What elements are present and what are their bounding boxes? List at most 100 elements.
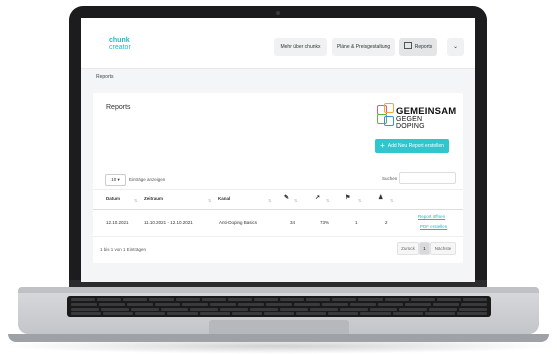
cell-zeitraum: 11.10.2021 - 12.10.2021 xyxy=(144,220,193,225)
keyboard-key xyxy=(293,303,320,306)
pager-next[interactable]: Nächste xyxy=(430,242,456,255)
search-input[interactable] xyxy=(399,172,456,184)
keyboard-key xyxy=(349,303,376,306)
keyboard-key xyxy=(182,303,209,306)
entries-label: Einträge anzeigen xyxy=(129,177,166,182)
top-nav: chunk creator Mehr über chunkx Pläne & P… xyxy=(81,18,475,69)
sort-icon: ⇅ xyxy=(134,198,138,203)
logo-line1: chunk xyxy=(109,37,130,44)
key-row xyxy=(70,308,488,311)
logo[interactable]: chunk creator xyxy=(109,37,131,51)
keyboard-key xyxy=(231,312,262,315)
keyboard-key xyxy=(167,312,198,315)
keyboard-key xyxy=(280,308,308,311)
laptop-bottom xyxy=(8,334,549,342)
keyboard-key xyxy=(227,298,252,301)
keyboard-key xyxy=(175,298,200,301)
keyboard-key xyxy=(433,303,460,306)
keyboard-key xyxy=(253,298,278,301)
sort-icon: ⇅ xyxy=(326,198,330,203)
trackpad xyxy=(209,320,349,334)
keyboard-key xyxy=(266,303,292,306)
keyboard-key xyxy=(220,308,249,311)
nav-reports-label: Reports xyxy=(414,44,433,50)
keyboard-key xyxy=(100,308,129,311)
sort-icon: ⇅ xyxy=(390,198,394,203)
keyboard-key xyxy=(339,308,368,311)
cell-user: 2 xyxy=(385,220,388,225)
flag-icon[interactable]: ⚑ xyxy=(345,194,350,201)
keyboard-key xyxy=(358,298,383,301)
keyboard-key xyxy=(130,308,159,311)
cell-trend: 73% xyxy=(320,220,330,225)
key-row xyxy=(70,298,488,301)
keyboard-key xyxy=(399,308,428,311)
pencil-icon[interactable]: ✎ xyxy=(284,194,289,201)
cell-kanal: Anti-Doping Basics xyxy=(219,220,258,225)
search-label: Suchen xyxy=(382,176,398,181)
trend-icon[interactable]: ↗ xyxy=(315,194,320,201)
brand-square-icon xyxy=(384,116,394,126)
keyboard-key xyxy=(360,312,391,315)
keyboard-key xyxy=(71,298,96,301)
keyboard-key xyxy=(135,312,166,315)
keyboard-key xyxy=(306,298,331,301)
nav-reports-button[interactable]: Reports xyxy=(399,38,437,56)
keyboard-key xyxy=(250,308,278,311)
keyboard-key xyxy=(461,303,487,306)
chevron-down-icon: ⌄ xyxy=(452,44,459,50)
keyboard-key xyxy=(210,303,237,306)
keyboard-key xyxy=(71,312,102,315)
keyboard-key xyxy=(71,308,99,311)
keyboard-key xyxy=(332,298,357,301)
add-report-button[interactable]: + Add Neu Report erstellen xyxy=(375,139,449,153)
create-pdf-link[interactable]: PDF erstellen xyxy=(420,224,447,229)
user-icon[interactable]: ♟ xyxy=(378,194,383,201)
report-icon xyxy=(403,42,412,49)
keyboard-key xyxy=(263,312,295,315)
pager-prev[interactable]: Zurück xyxy=(397,242,419,255)
keyboard-key xyxy=(126,303,153,306)
pager-page[interactable]: 1 xyxy=(419,242,430,255)
table-info: 1 bis 1 von 1 Einträgen xyxy=(100,247,147,252)
keyboard-key xyxy=(199,312,230,315)
keyboard-key xyxy=(384,298,409,301)
key-row xyxy=(70,303,488,306)
nav-more-button[interactable]: Mehr über chunkx xyxy=(274,38,327,56)
th-kanal[interactable]: Kanal xyxy=(218,196,230,201)
entries-select[interactable]: 10 ▾ xyxy=(105,174,126,186)
entries-control: 10 ▾ Einträge anzeigen xyxy=(105,174,165,186)
keyboard-key xyxy=(459,308,487,311)
keyboard-key xyxy=(201,298,226,301)
breadcrumb: Reports xyxy=(96,74,114,80)
sort-icon: ⇅ xyxy=(208,198,212,203)
sort-icon: ⇅ xyxy=(268,198,272,203)
nav-plans-button[interactable]: Pläne & Preisgestaltung xyxy=(332,38,395,56)
screen: chunk creator Mehr über chunkx Pläne & P… xyxy=(81,18,475,282)
keyboard-key xyxy=(309,308,338,311)
keyboard-key xyxy=(392,312,423,315)
brand-logo: GEMEINSAM GEGEN DOPING xyxy=(375,101,456,133)
keyboard-key xyxy=(429,308,458,311)
keyboard-key xyxy=(160,308,189,311)
card-title: Reports xyxy=(106,104,131,111)
keyboard-key xyxy=(149,298,174,301)
keyboard-key xyxy=(328,312,359,315)
keyboard xyxy=(67,296,491,317)
logo-line2: creator xyxy=(109,44,131,51)
entries-value: 10 xyxy=(111,177,117,182)
open-report-link[interactable]: Report öffnen xyxy=(418,214,445,219)
cell-pencil: 34 xyxy=(290,220,296,225)
keyboard-key xyxy=(462,298,487,301)
cell-flag: 1 xyxy=(355,220,358,225)
keyboard-key xyxy=(410,298,435,301)
th-datum[interactable]: Datum xyxy=(106,196,120,201)
th-zeitraum[interactable]: Zeitraum xyxy=(144,196,163,201)
keyboard-key xyxy=(71,303,97,306)
menu-button[interactable]: ⌄ xyxy=(447,38,464,56)
keyboard-key xyxy=(436,298,461,301)
table-header: Datum Zeitraum Kanal ✎ ↗ ⚑ ♟ ⇅ ⇅ ⇅ ⇅ ⇅ ⇅… xyxy=(93,189,463,210)
keyboard-key xyxy=(296,312,327,315)
table-row: 12.10.2021 11.10.2021 - 12.10.2021 Anti-… xyxy=(93,208,463,237)
reports-card: Reports GEMEINSAM GEGEN DOPING + Add Neu … xyxy=(93,93,463,263)
